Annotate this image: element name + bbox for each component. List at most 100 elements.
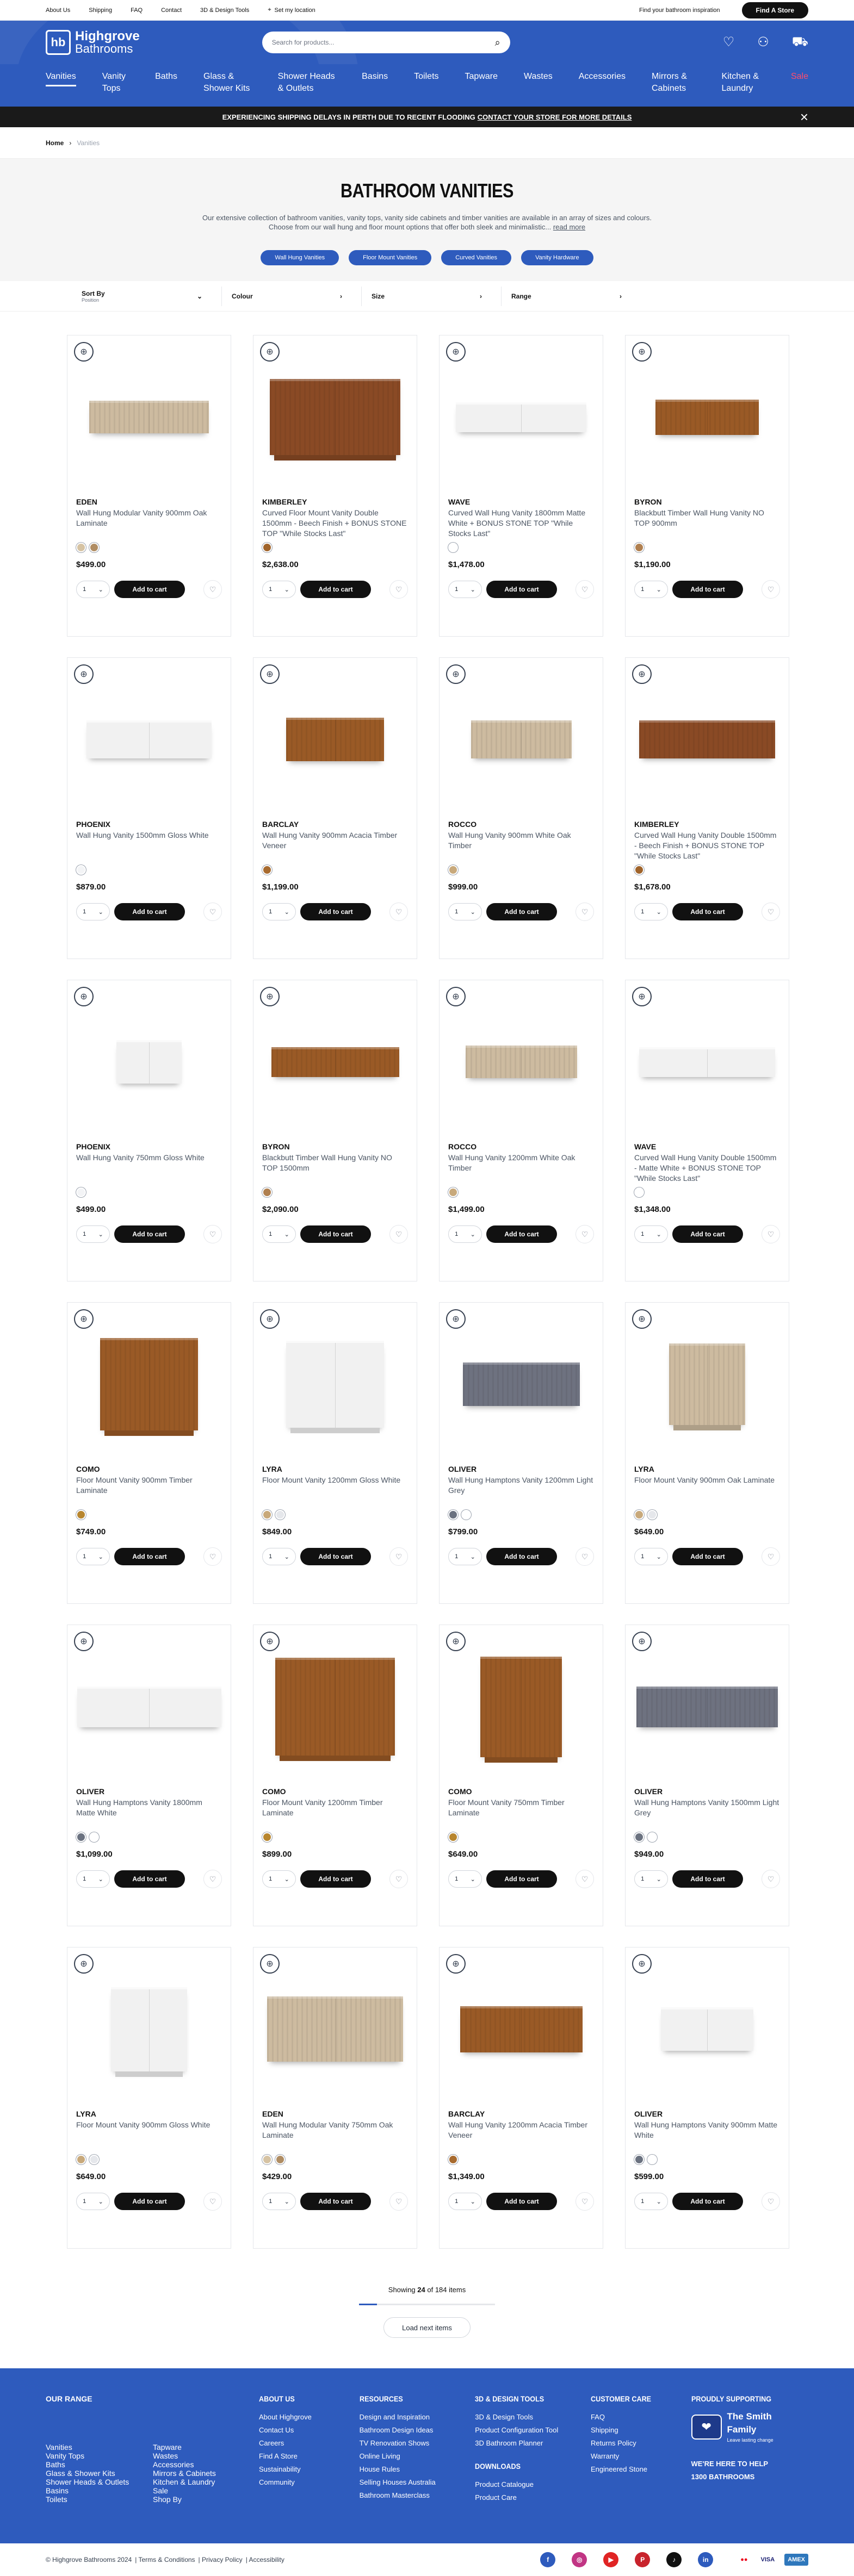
category-pill[interactable]: Vanity Hardware [521,250,593,265]
footer-link[interactable]: 3D Bathroom Planner [475,2437,591,2450]
colour-swatch[interactable] [448,2155,458,2164]
colour-swatch[interactable] [262,1510,272,1520]
product-card[interactable]: ⊕ ROCCO Wall Hung Vanity 1200mm White Oak … [439,980,603,1281]
footer-link[interactable]: Vanities [46,2443,153,2451]
add-to-cart-button[interactable]: Add to cart [114,1870,185,1888]
youtube-icon[interactable]: ▶ [603,2552,619,2567]
chevron-down-icon[interactable]: ⌄ [284,1231,289,1238]
privacy-link[interactable]: Privacy Policy [202,2556,243,2563]
nav-item-mirrors-cabinets[interactable]: Mirrors & Cabinets [652,71,696,95]
colour-swatch[interactable] [262,1832,272,1842]
product-image[interactable] [262,1947,408,2111]
quantity-value[interactable]: 1 [83,2198,86,2205]
colour-swatch[interactable] [262,865,272,875]
quantity-stepper[interactable]: 1 ⌄ [262,2193,296,2210]
product-name[interactable]: Wall Hung Vanity 1200mm Acacia Timber Ve… [448,2120,594,2152]
footer-link[interactable]: Tapware [153,2443,259,2451]
filter-colour[interactable]: Colour › [221,286,342,306]
quantity-value[interactable]: 1 [641,1231,644,1237]
product-image[interactable] [448,1303,594,1466]
colour-swatch[interactable] [647,2155,657,2164]
product-name[interactable]: Floor Mount Vanity 1200mm Gloss White [262,1475,408,1508]
category-pill[interactable]: Curved Vanities [441,250,512,265]
quantity-value[interactable]: 1 [641,2198,644,2205]
product-image[interactable] [634,658,780,821]
quantity-value[interactable]: 1 [641,1876,644,1882]
colour-swatch[interactable] [76,1510,86,1520]
nav-item-basins[interactable]: Basins [362,71,388,83]
product-name[interactable]: Blackbutt Timber Wall Hung Vanity NO TOP… [262,1153,408,1185]
quantity-stepper[interactable]: 1 ⌄ [262,1548,296,1565]
cart-icon[interactable]: ⛟ [792,34,808,51]
footer-link[interactable]: Glass & Shower Kits [46,2469,153,2478]
footer-link[interactable]: Sustainability [259,2463,360,2476]
product-card[interactable]: ⊕ WAVE Curved Wall Hung Vanity Double 1500… [625,980,789,1281]
wishlist-heart-icon[interactable]: ♡ [762,1547,780,1566]
product-card[interactable]: ⊕ EDEN Wall Hung Modular Vanity 900mm Oak … [67,335,231,637]
colour-swatch[interactable] [647,1510,657,1520]
product-name[interactable]: Curved Wall Hung Vanity Double 1500mm - … [634,830,780,863]
search-input[interactable]: Search for products... [272,39,495,46]
chevron-down-icon[interactable]: ⌄ [98,586,103,593]
quantity-value[interactable]: 1 [455,586,458,593]
quantity-stepper[interactable]: 1 ⌄ [634,903,668,920]
colour-swatch[interactable] [448,1510,458,1520]
nav-item-kitchen-laundry[interactable]: Kitchen & Laundry [722,71,765,95]
inspiration-link[interactable]: Find your bathroom inspiration [639,7,720,14]
colour-swatch[interactable] [76,1832,86,1842]
colour-swatch[interactable] [448,865,458,875]
product-image[interactable] [634,335,780,499]
footer-link[interactable]: Baths [46,2460,153,2469]
colour-swatch[interactable] [448,1832,458,1842]
product-image[interactable] [448,335,594,499]
nav-item-baths[interactable]: Baths [155,71,177,83]
wishlist-heart-icon[interactable]: ♡ [203,1870,222,1888]
product-card[interactable]: ⊕ EDEN Wall Hung Modular Vanity 750mm Oak … [253,1947,417,2249]
quantity-stepper[interactable]: 1 ⌄ [76,2193,110,2210]
wishlist-heart-icon[interactable]: ♡ [575,1870,594,1888]
chevron-down-icon[interactable]: ⌄ [657,1231,661,1238]
product-card[interactable]: ⊕ PHOENIX Wall Hung Vanity 1500mm Gloss Wh… [67,657,231,959]
chevron-down-icon[interactable]: ⌄ [98,2198,103,2205]
colour-swatch[interactable] [76,1187,86,1197]
quantity-stepper[interactable]: 1 ⌄ [634,1225,668,1243]
footer-link[interactable]: Returns Policy [591,2437,691,2450]
tiktok-icon[interactable]: ♪ [666,2552,682,2567]
footer-link[interactable]: Vanity Tops [46,2451,153,2460]
product-brand[interactable]: LYRA [76,2110,222,2118]
footer-link[interactable]: Find A Store [259,2450,360,2463]
load-more-button[interactable]: Load next items [383,2317,471,2338]
product-brand[interactable]: BYRON [634,497,780,506]
chevron-down-icon[interactable]: ⌄ [657,1553,661,1560]
chevron-down-icon[interactable]: ⌄ [98,1231,103,1238]
footer-link[interactable]: Bathroom Design Ideas [360,2424,475,2437]
quantity-value[interactable]: 1 [269,909,272,915]
footer-link[interactable]: Wastes [153,2451,259,2460]
product-brand[interactable]: ROCCO [448,820,594,829]
product-card[interactable]: ⊕ OLIVER Wall Hung Hamptons Vanity 1200mm … [439,1302,603,1604]
wishlist-heart-icon[interactable]: ♡ [762,1870,780,1888]
colour-swatch[interactable] [262,1187,272,1197]
add-to-cart-button[interactable]: Add to cart [672,1548,743,1565]
quantity-value[interactable]: 1 [455,1231,458,1237]
product-brand[interactable]: OLIVER [76,1787,222,1796]
colour-swatch[interactable] [262,543,272,552]
colour-swatch[interactable] [634,1832,644,1842]
chevron-down-icon[interactable]: ⌄ [657,909,661,916]
add-to-cart-button[interactable]: Add to cart [672,903,743,920]
footer-link[interactable]: Community [259,2476,360,2489]
quantity-value[interactable]: 1 [83,1231,86,1237]
quantity-value[interactable]: 1 [83,586,86,593]
wishlist-heart-icon[interactable]: ♡ [389,580,408,599]
product-image[interactable] [634,1947,780,2111]
wishlist-heart-icon[interactable]: ♡ [203,2192,222,2211]
quantity-value[interactable]: 1 [269,586,272,593]
footer-link[interactable]: 3D & Design Tools [475,2411,591,2424]
wishlist-heart-icon[interactable]: ♡ [762,903,780,921]
logo[interactable]: hb Highgrove Bathrooms [46,30,140,55]
product-name[interactable]: Floor Mount Vanity 900mm Oak Laminate [634,1475,780,1508]
colour-swatch[interactable] [448,1187,458,1197]
product-card[interactable]: ⊕ BYRON Blackbutt Timber Wall Hung Vanity … [253,980,417,1281]
footer-link[interactable]: Product Configuration Tool [475,2424,591,2437]
product-image[interactable] [76,1625,222,1788]
